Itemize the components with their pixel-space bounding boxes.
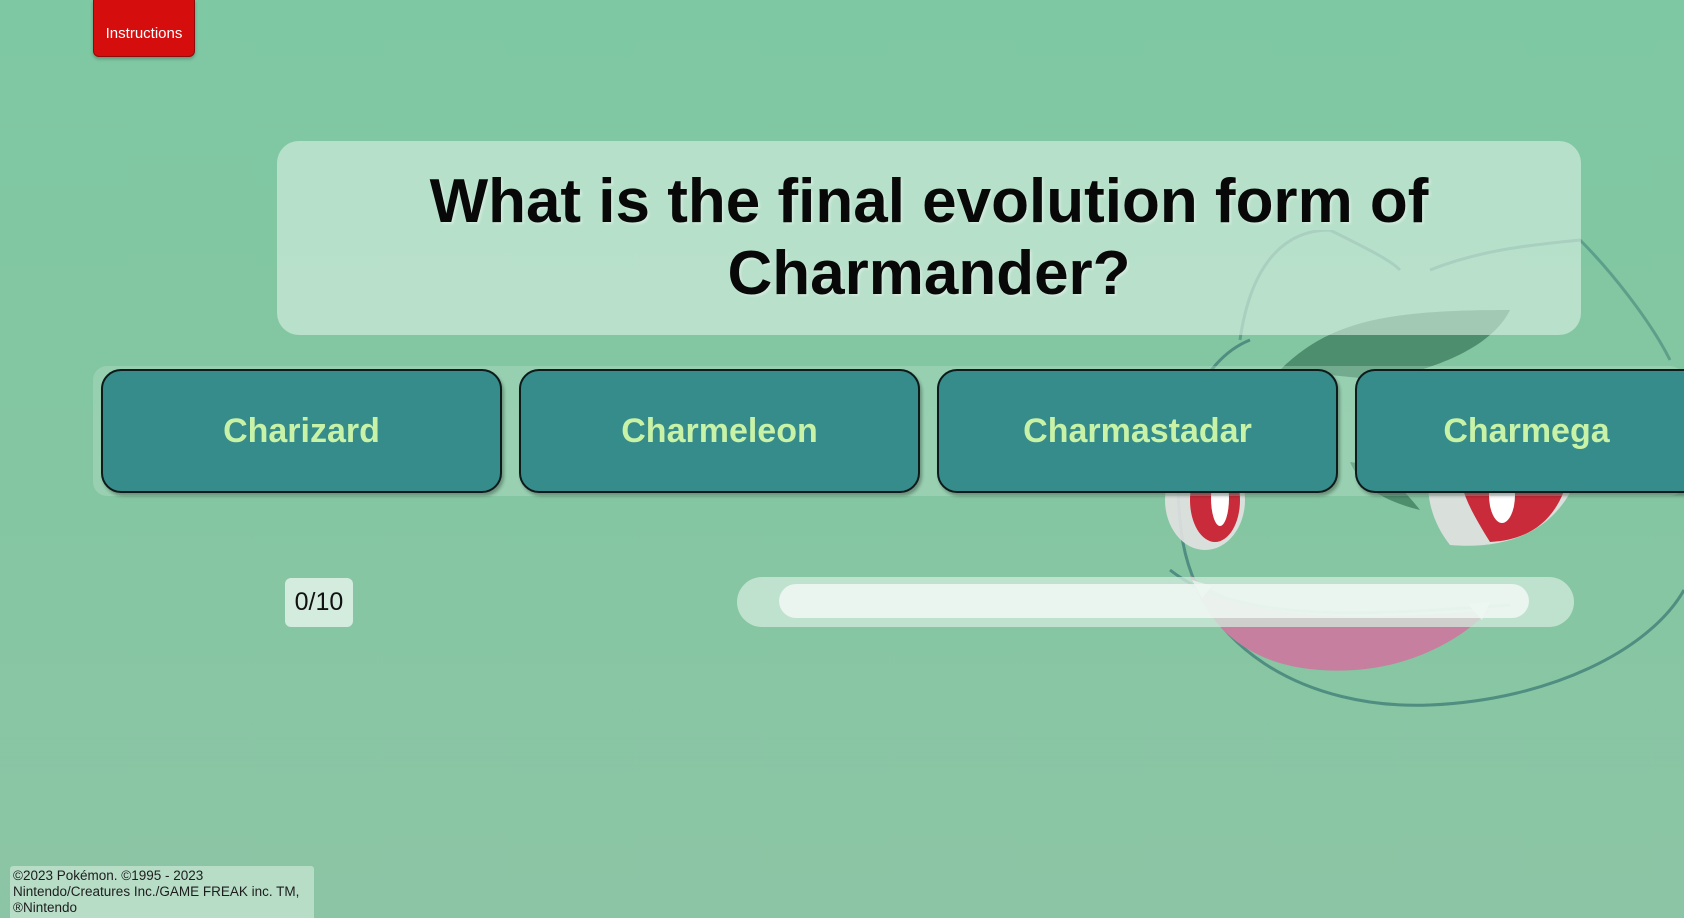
answer-button-4[interactable]: Charmega xyxy=(1355,369,1684,493)
answer-button-1[interactable]: Charizard xyxy=(101,369,502,493)
copyright-line: ©2023 Pokémon. ©1995 - 2023 xyxy=(13,868,204,883)
question-text: What is the final evolution form of Char… xyxy=(429,167,1429,308)
copyright-line: ®Nintendo xyxy=(13,900,77,915)
copyright-notice: ©2023 Pokémon. ©1995 - 2023 Nintendo/Cre… xyxy=(10,866,314,918)
progress-track xyxy=(779,584,1529,618)
instructions-button[interactable]: Instructions xyxy=(93,0,195,57)
answer-button-2[interactable]: Charmeleon xyxy=(519,369,920,493)
question-panel: What is the final evolution form of Char… xyxy=(277,141,1581,335)
answer-button-3[interactable]: Charmastadar xyxy=(937,369,1338,493)
progress-bar xyxy=(737,577,1574,627)
score-counter: 0/10 xyxy=(285,578,353,627)
copyright-line: Nintendo/Creatures Inc./GAME FREAK inc. … xyxy=(13,884,300,899)
